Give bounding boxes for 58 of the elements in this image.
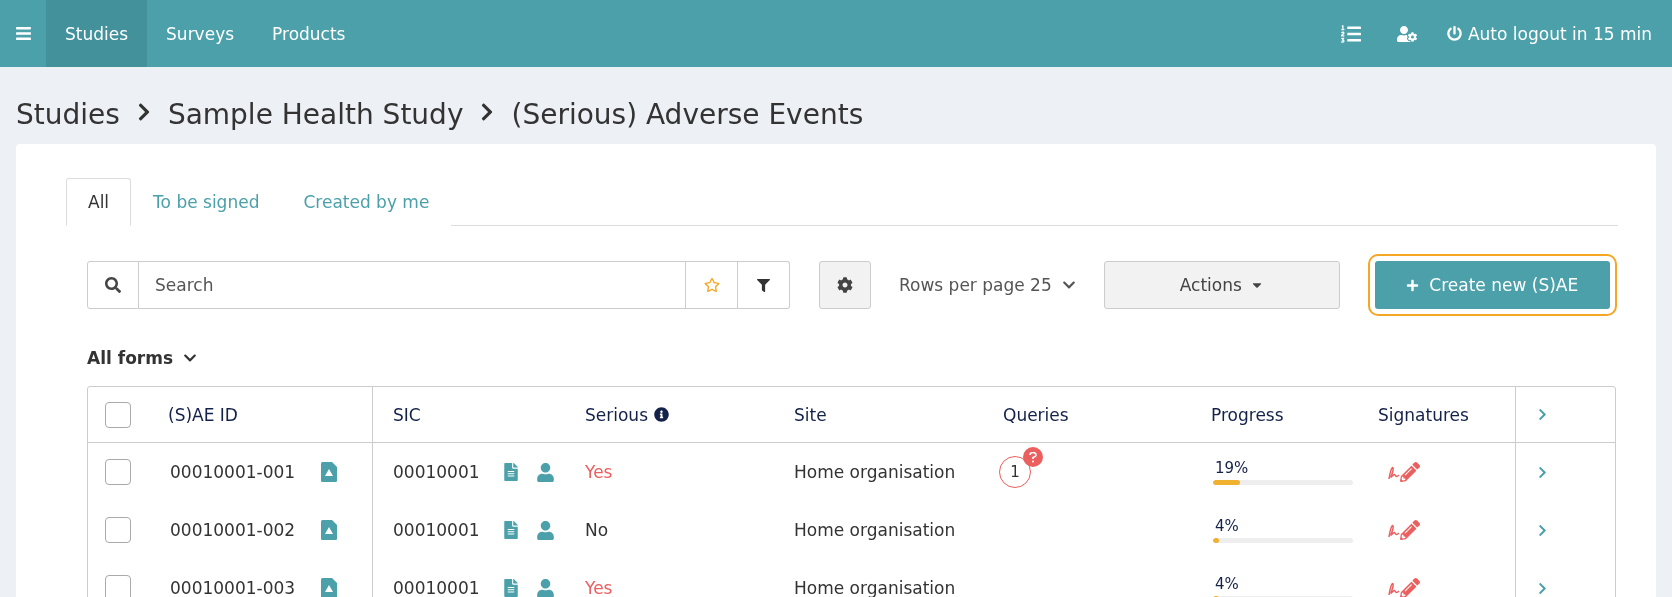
progress-label: 4%	[1214, 575, 1240, 593]
document-icon[interactable]	[501, 579, 520, 597]
table-cell: 00010001-002	[170, 520, 296, 540]
checkbox[interactable]	[105, 517, 131, 543]
checkbox[interactable]	[105, 459, 131, 485]
checkbox[interactable]	[105, 575, 131, 597]
table-cell: Yes	[585, 578, 613, 597]
column-header: (S)AE ID	[168, 404, 238, 425]
document-icon[interactable]	[501, 463, 520, 481]
rows-per-page-select[interactable]: Rows per page 25	[899, 275, 1076, 295]
chevron-right-icon[interactable]	[1536, 581, 1549, 595]
tab[interactable]: All	[66, 178, 132, 226]
plus-icon	[1406, 278, 1420, 292]
column-header: Site	[794, 404, 827, 425]
table-cell: No	[585, 520, 609, 540]
column-header: SIC	[393, 404, 421, 425]
column-header: Queries	[1003, 404, 1069, 425]
breadcrumb-item[interactable]: Studies	[16, 98, 120, 131]
table-cell: 00010001	[393, 462, 480, 482]
column-header: Progress	[1211, 404, 1284, 425]
progress-label: 19%	[1214, 459, 1250, 477]
chevron-right-icon[interactable]	[1536, 523, 1549, 537]
table-cell: Home organisation	[794, 520, 956, 540]
user-icon[interactable]	[535, 520, 555, 540]
checkbox[interactable]	[105, 401, 131, 428]
column-header: Signatures	[1378, 404, 1469, 425]
signature-icon[interactable]	[1388, 520, 1420, 540]
document-icon[interactable]	[501, 521, 520, 539]
info-icon[interactable]	[654, 407, 669, 422]
user-icon[interactable]	[535, 462, 555, 482]
column-header: Serious	[585, 404, 648, 425]
table-cell: 00010001-001	[170, 462, 296, 482]
forms-dropdown[interactable]: All forms	[87, 348, 198, 368]
actions-button[interactable]: Actions	[1103, 261, 1340, 309]
table-cell: Yes	[585, 462, 613, 482]
search-field[interactable]: Search	[139, 261, 686, 309]
breadcrumb-item[interactable]: (Serious) Adverse Events	[511, 98, 864, 131]
power-icon	[1446, 26, 1462, 41]
progress-label: 4%	[1214, 517, 1240, 535]
signature-icon[interactable]	[1388, 462, 1420, 482]
search-icon	[87, 261, 139, 309]
table-cell: 00010001-003	[170, 578, 296, 597]
question-icon	[1023, 447, 1043, 467]
filter-icon[interactable]	[738, 261, 790, 309]
breadcrumb-item[interactable]: Sample Health Study	[167, 98, 464, 131]
nav-item[interactable]: Studies	[46, 0, 148, 67]
table-cell: 00010001	[393, 578, 480, 597]
signature-icon[interactable]	[1388, 578, 1420, 597]
settings-button[interactable]	[819, 261, 871, 309]
table-cell: 00010001	[393, 520, 480, 540]
chevron-right-icon[interactable]	[1536, 408, 1549, 421]
user-icon[interactable]	[535, 578, 555, 597]
chevron-right-icon[interactable]	[1536, 465, 1549, 479]
gear-icon	[837, 277, 853, 293]
document-warning-icon	[321, 462, 338, 482]
table-cell: Home organisation	[794, 578, 956, 597]
table-cell: Home organisation	[794, 462, 956, 482]
document-warning-icon	[321, 520, 338, 540]
